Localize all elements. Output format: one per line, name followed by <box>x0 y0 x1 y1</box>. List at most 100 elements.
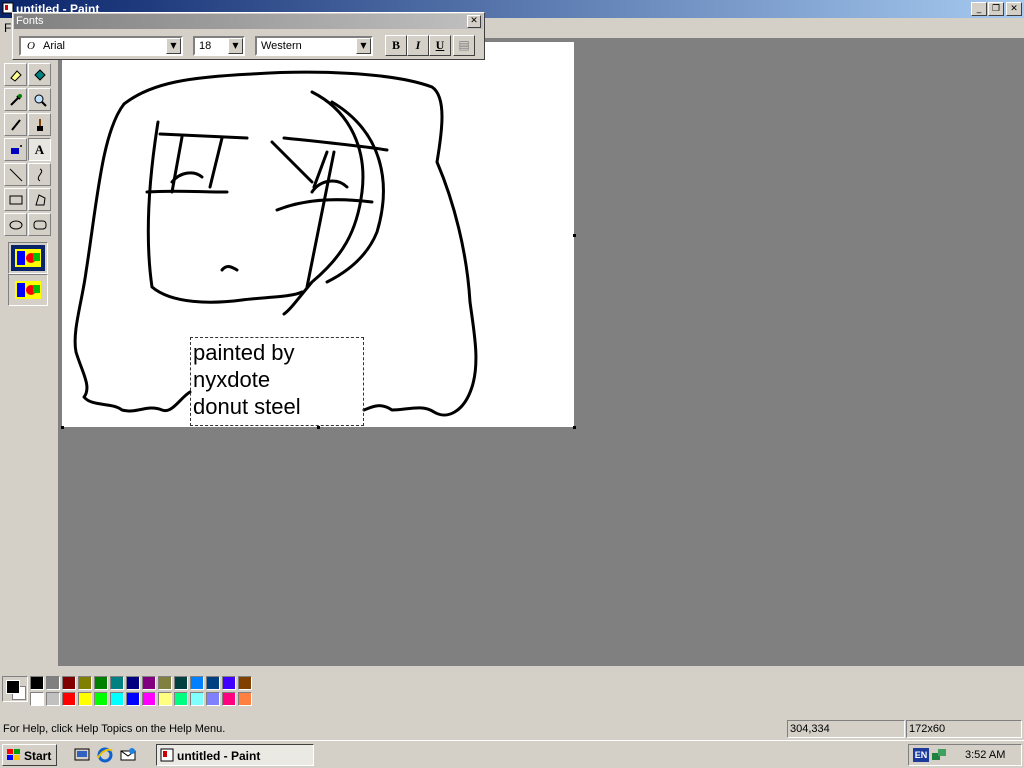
font-name-select[interactable]: O Arial ▼ <box>19 36 183 56</box>
ellipse-tool[interactable] <box>4 213 27 236</box>
pencil-tool[interactable] <box>4 113 27 136</box>
palette-swatch[interactable] <box>30 676 44 690</box>
palette-swatch[interactable] <box>222 692 236 706</box>
outlook-express-icon[interactable] <box>119 746 137 764</box>
palette-swatch[interactable] <box>126 676 140 690</box>
text-line-1: painted by <box>193 340 295 365</box>
italic-button[interactable]: I <box>407 35 429 56</box>
transparent-background-option[interactable] <box>11 277 45 303</box>
ellipse-icon <box>9 220 22 230</box>
opentype-icon: O <box>27 40 35 52</box>
brush-icon <box>36 119 43 131</box>
text-background-options <box>8 242 48 274</box>
eraser-icon <box>9 70 22 82</box>
airbrush-tool[interactable] <box>4 138 27 161</box>
transparent-shapes-icon <box>15 281 41 299</box>
line-icon <box>9 168 22 182</box>
canvas-handle-bottom-left[interactable] <box>61 426 64 429</box>
canvas-handle-bottom-middle[interactable] <box>317 426 320 429</box>
palette-swatch[interactable] <box>238 676 252 690</box>
palette-swatch[interactable] <box>46 676 60 690</box>
palette-swatch[interactable] <box>110 676 124 690</box>
palette-swatch[interactable] <box>190 692 204 706</box>
palette-swatch[interactable] <box>206 676 220 690</box>
palette-swatch[interactable] <box>238 692 252 706</box>
palette-swatch[interactable] <box>46 692 60 706</box>
paint-app-icon <box>160 748 174 762</box>
color-palette <box>0 666 1024 714</box>
palette-swatch[interactable] <box>94 692 108 706</box>
palette-swatch[interactable] <box>94 676 108 690</box>
palette-swatch[interactable] <box>158 692 172 706</box>
palette-swatch[interactable] <box>174 692 188 706</box>
status-bar: For Help, click Help Topics on the Help … <box>0 718 1024 740</box>
eraser-tool[interactable] <box>4 63 27 86</box>
clock[interactable]: 3:52 AM <box>965 749 1005 761</box>
windows-logo-icon <box>7 749 20 760</box>
eyedropper-icon <box>9 94 22 106</box>
close-button[interactable]: ✕ <box>1006 2 1022 16</box>
palette-swatch[interactable] <box>206 692 220 706</box>
underline-button[interactable]: U <box>429 35 451 56</box>
language-indicator[interactable]: EN <box>913 748 929 762</box>
foreground-color <box>6 680 20 694</box>
minimize-button[interactable]: _ <box>971 2 987 16</box>
palette-swatch[interactable] <box>190 676 204 690</box>
taskbar-paint-button[interactable]: untitled - Paint <box>156 744 314 766</box>
curve-tool[interactable] <box>28 163 51 186</box>
text-tool[interactable]: A <box>28 138 51 161</box>
palette-swatch[interactable] <box>78 676 92 690</box>
fonts-title: Fonts <box>16 15 44 27</box>
airbrush-icon <box>10 145 22 154</box>
magnifier-icon <box>34 94 47 107</box>
chevron-down-icon[interactable]: ▼ <box>228 38 243 54</box>
menu-file[interactable]: F <box>4 21 11 35</box>
bold-button[interactable]: B <box>385 35 407 56</box>
font-size-select[interactable]: 18 ▼ <box>193 36 245 56</box>
palette-swatch[interactable] <box>222 676 236 690</box>
palette-swatch[interactable] <box>62 676 76 690</box>
script-select[interactable]: Western ▼ <box>255 36 373 56</box>
palette-swatch[interactable] <box>142 692 156 706</box>
canvas-handle-right-middle[interactable] <box>573 234 576 237</box>
palette-swatch[interactable] <box>174 676 188 690</box>
magnifier-tool[interactable] <box>28 88 51 111</box>
restore-button[interactable]: ❐ <box>988 2 1004 16</box>
fonts-close-icon[interactable]: ✕ <box>467 15 481 28</box>
chevron-down-icon[interactable]: ▼ <box>166 38 181 54</box>
color-picker-tool[interactable] <box>4 88 27 111</box>
show-desktop-icon[interactable] <box>73 746 91 764</box>
brush-tool[interactable] <box>28 113 51 136</box>
opaque-background-option[interactable] <box>11 245 45 271</box>
vertical-text-button[interactable]: ▤ <box>453 35 475 56</box>
taskbar-paint-label: untitled - Paint <box>177 749 261 763</box>
fill-tool[interactable] <box>28 63 51 86</box>
curve-icon <box>37 168 42 182</box>
palette-swatch[interactable] <box>158 676 172 690</box>
network-icon[interactable] <box>931 747 947 763</box>
rounded-rectangle-tool[interactable] <box>28 213 51 236</box>
text-box[interactable]: painted by nyxdote donut steel <box>190 337 364 426</box>
palette-swatch[interactable] <box>78 692 92 706</box>
pencil-icon <box>10 119 21 131</box>
text-line-3: donut steel <box>193 394 301 419</box>
taskbar: Start untitled - Paint EN 3:52 AM <box>0 740 1024 768</box>
palette-swatch[interactable] <box>30 692 44 706</box>
polygon-tool[interactable] <box>28 188 51 211</box>
font-size-value: 18 <box>199 40 212 52</box>
palette-swatch[interactable] <box>126 692 140 706</box>
status-size: 172x60 <box>906 720 1022 738</box>
palette-swatch[interactable] <box>62 692 76 706</box>
start-button[interactable]: Start <box>2 744 57 766</box>
system-tray: EN 3:52 AM <box>908 744 1022 766</box>
palette-swatch[interactable] <box>142 676 156 690</box>
internet-explorer-icon[interactable] <box>96 746 114 764</box>
paint-bucket-icon <box>33 69 46 81</box>
canvas-handle-bottom-right[interactable] <box>573 426 576 429</box>
fonts-title-bar[interactable]: Fonts ✕ <box>14 14 483 29</box>
fonts-toolbar: Fonts ✕ O Arial ▼ 18 ▼ Western ▼ B I U ▤ <box>12 12 485 60</box>
palette-swatch[interactable] <box>110 692 124 706</box>
rectangle-tool[interactable] <box>4 188 27 211</box>
line-tool[interactable] <box>4 163 27 186</box>
chevron-down-icon[interactable]: ▼ <box>356 38 371 54</box>
